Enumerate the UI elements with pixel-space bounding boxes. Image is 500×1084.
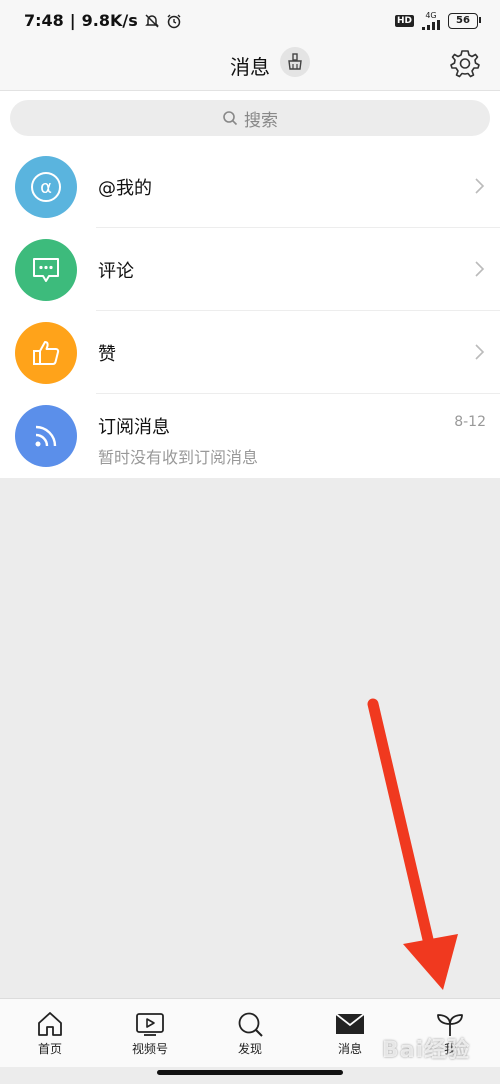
nav-item-messages[interactable]: 消息 xyxy=(310,1011,390,1057)
list-item-label: 订阅消息 xyxy=(98,417,170,438)
nav-label: 发现 xyxy=(237,1042,262,1056)
list-item-label: 赞 xyxy=(98,344,116,365)
hd-badge: HD xyxy=(394,14,414,27)
home-icon xyxy=(38,1012,62,1036)
home-indicator xyxy=(157,1070,343,1075)
search-input[interactable]: 搜索 xyxy=(10,100,490,136)
status-left: 7:48 | 9.8K/s xyxy=(24,11,182,30)
comment-icon xyxy=(33,258,59,282)
list-item-subscriptions[interactable]: 订阅消息 暂时没有收到订阅消息 8-12 xyxy=(0,394,500,478)
likes-avatar xyxy=(15,322,77,384)
mail-icon xyxy=(335,1013,365,1034)
list-item-label: @我的 xyxy=(98,178,152,199)
subscriptions-avatar xyxy=(15,405,77,467)
status-right: HD 4G 56 xyxy=(394,11,481,30)
settings-button[interactable] xyxy=(450,48,480,78)
battery-level: 56 xyxy=(456,15,470,26)
list-item-comments[interactable]: 评论 xyxy=(0,228,500,311)
list-item-sublabel: 暂时没有收到订阅消息 xyxy=(98,448,259,467)
nav-label: 消息 xyxy=(337,1042,362,1056)
chevron-right-icon xyxy=(475,344,485,360)
status-time: 7:48 xyxy=(24,11,64,30)
gear-icon xyxy=(450,50,480,78)
nav-item-home[interactable]: 首页 xyxy=(10,1011,90,1057)
at-icon: α xyxy=(31,172,61,202)
comments-avatar xyxy=(15,239,77,301)
list-item-date: 8-12 xyxy=(454,414,486,430)
battery-icon: 56 xyxy=(448,12,481,29)
nav-item-video[interactable]: 视频号 xyxy=(110,1011,190,1057)
status-bar: 7:48 | 9.8K/s HD 4G 56 xyxy=(0,0,500,42)
list-item-label: 评论 xyxy=(98,261,134,282)
search-area: 搜索 xyxy=(0,91,500,145)
list-item-mentions[interactable]: α @我的 xyxy=(0,145,500,228)
network-type: 4G xyxy=(425,11,437,20)
clear-messages-button[interactable] xyxy=(280,47,310,77)
nav-label: 首页 xyxy=(37,1042,62,1056)
discover-icon xyxy=(238,1012,263,1037)
page-title: 消息 xyxy=(230,55,270,79)
message-list: α @我的 评论 赞 订阅消息 暂时没有收到订阅消息 8-12 xyxy=(0,145,500,478)
video-icon xyxy=(136,1013,164,1036)
header: 消息 xyxy=(0,42,500,91)
rss-icon xyxy=(35,425,57,447)
svg-text:α: α xyxy=(40,177,52,198)
alarm-icon xyxy=(167,14,181,28)
nav-label: 视频号 xyxy=(131,1042,168,1056)
nav-item-discover[interactable]: 发现 xyxy=(210,1011,290,1057)
mentions-avatar: α xyxy=(15,156,77,218)
watermark-logo: Bai经验 xyxy=(382,1038,471,1063)
signal-icon xyxy=(422,20,440,30)
status-speed: 9.8K/s xyxy=(81,11,138,30)
chevron-right-icon xyxy=(475,178,485,194)
broom-icon xyxy=(288,53,302,70)
thumbs-up-icon xyxy=(33,341,60,365)
search-icon xyxy=(223,111,238,126)
search-placeholder: 搜索 xyxy=(244,110,278,131)
network-indicator: 4G xyxy=(422,11,440,30)
chevron-right-icon xyxy=(475,261,485,277)
list-item-likes[interactable]: 赞 xyxy=(0,311,500,394)
mute-bell-icon xyxy=(144,13,159,28)
